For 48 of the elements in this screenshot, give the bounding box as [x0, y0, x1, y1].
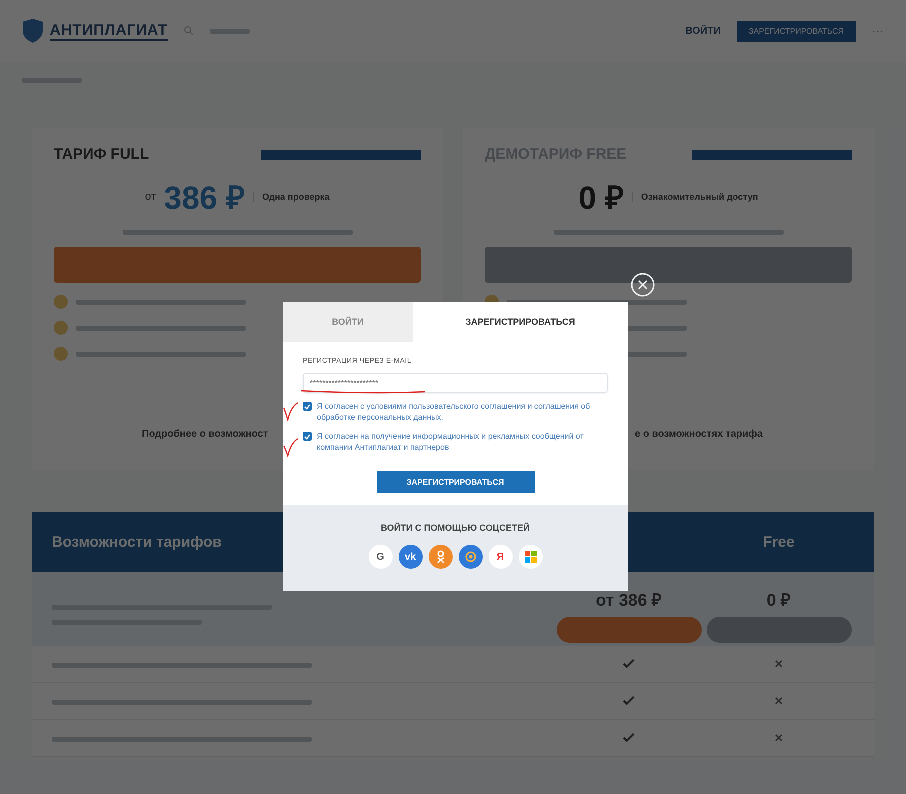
- price-prefix: от: [145, 190, 156, 202]
- google-login-button[interactable]: G: [368, 545, 392, 569]
- social-login-title: ВОЙТИ С ПОМОЩЬЮ СОЦСЕТЕЙ: [381, 523, 530, 533]
- feature-icon: [54, 321, 68, 335]
- plan-details-link[interactable]: е о возможностях тарифа: [635, 429, 763, 440]
- check-icon: [623, 659, 635, 669]
- logo-text: АНТИПЛАГИАТ: [50, 22, 168, 40]
- register-button[interactable]: ЗАРЕГИСТРИРОВАТЬСЯ: [736, 20, 856, 42]
- vk-login-button[interactable]: vk: [398, 545, 422, 569]
- check-icon: [623, 733, 635, 743]
- mailru-login-button[interactable]: [458, 545, 482, 569]
- plan-price: 0 ₽: [578, 179, 624, 218]
- column-heading: Free: [762, 534, 796, 550]
- table-title: Возможности тарифов: [52, 534, 222, 550]
- price-period: Ознакомительный доступ: [632, 192, 758, 202]
- price-period: Одна проверка: [253, 192, 330, 202]
- login-link[interactable]: ВОЙТИ: [686, 26, 721, 36]
- register-submit-button[interactable]: ЗАРЕГИСТРИРОВАТЬСЯ: [376, 471, 534, 493]
- person-icon: [436, 550, 446, 564]
- feature-icon: [54, 347, 68, 361]
- row-price: 0 ₽: [766, 590, 792, 610]
- row-price: от 386 ₽: [596, 590, 662, 610]
- consent-text: Я согласен с условиями пользовательского соглашения и соглашения об обработке персональных данных.: [317, 401, 592, 423]
- close-icon[interactable]: [630, 272, 656, 298]
- consent-text: Я согласен на получение информационных и рекламных сообщений от компании Антиплагиат и партнеров: [317, 431, 585, 453]
- ok-login-button[interactable]: [428, 545, 452, 569]
- buy-button[interactable]: [556, 616, 702, 642]
- handwritten-checkmark: [283, 402, 299, 422]
- plan-details-link[interactable]: Подробнее о возможност: [142, 429, 268, 440]
- ring-icon: [464, 551, 476, 563]
- search-icon: [184, 26, 194, 36]
- four-squares-icon: [524, 551, 536, 563]
- shield-icon: [22, 18, 44, 44]
- cross-icon: [775, 697, 783, 705]
- cross-icon: [775, 734, 783, 742]
- cross-icon: [775, 660, 783, 668]
- dialog-tab[interactable]: ВОЙТИ: [283, 302, 413, 342]
- blurred-text-line: [210, 28, 250, 34]
- yandex-login-button[interactable]: Я: [488, 545, 512, 569]
- plan-title: ТАРИФ FULL: [54, 146, 150, 163]
- microsoft-login-button[interactable]: [518, 545, 542, 569]
- feature-icon: [54, 295, 68, 309]
- handwritten-checkmark: [283, 438, 299, 458]
- email-field[interactable]: **********************: [303, 373, 608, 393]
- consent-checkbox[interactable]: [303, 432, 312, 441]
- plan-price: 386 ₽: [164, 179, 246, 218]
- consent-checkbox[interactable]: [303, 402, 312, 411]
- check-icon: [623, 696, 635, 706]
